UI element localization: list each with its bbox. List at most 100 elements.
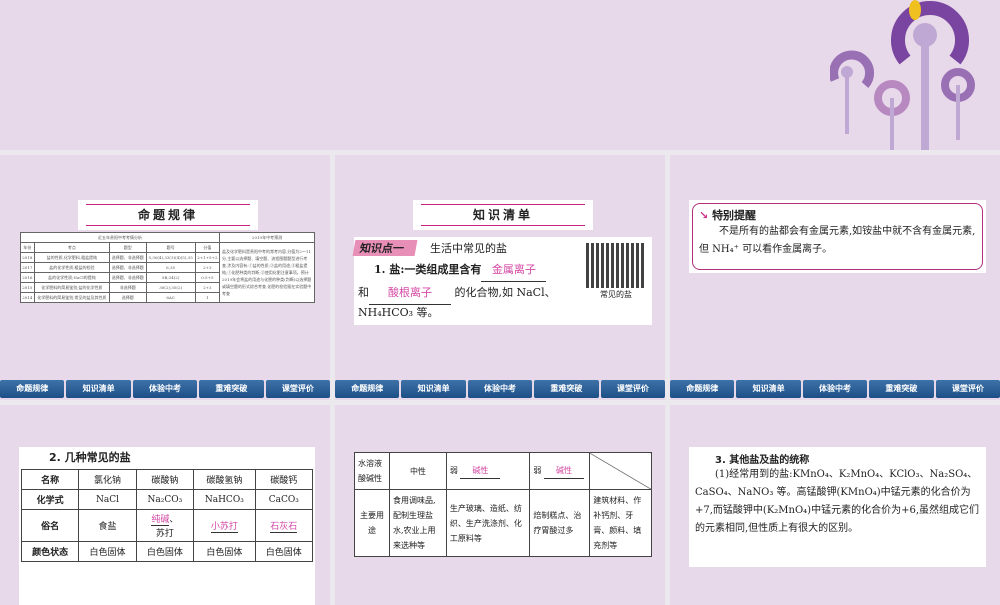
table-cell: 1 [194,292,221,303]
text: 和 [358,286,369,299]
table-cell: 选择题 [109,292,147,303]
section-title: 生活中常见的盐 [430,242,507,255]
qr-caption: 常见的盐 [600,290,632,299]
table-cell: 碱性 [543,463,584,479]
flower-decoration-icon [830,0,975,150]
nav-button[interactable]: 命题规律 [0,380,65,398]
table-cell: 水溶液酸碱性 [354,452,390,490]
table-cell: 碳酸钠 [135,469,195,490]
table-cell: 食盐 [78,509,137,542]
table-cell: 焙制糕点、治疗胃酸过多 [529,489,591,557]
table-cell: 俗名 [20,509,80,542]
tip-box: ↘ 特别提醒 不是所有的盐都会有金属元素,如铵盐中就不含有金属元素,但 NH₄⁺… [689,200,986,273]
nav-button[interactable]: 知识清单 [66,380,131,398]
table-row: 化学式 NaCl Na₂CO₃ NaHCO₃ CaCO₃ [20,489,314,510]
slide-3[interactable]: ↘ 特别提醒 不是所有的盐都会有金属元素,如铵盐中就不含有金属元素,但 NH₄⁺… [670,155,1000,400]
th: 题号 [145,242,196,253]
salts-table-continued: 水溶液酸碱性 中性 弱 碱性 弱 碱性 主要用途 食用调味品,配制生理盐水,农业上用… [354,452,652,557]
nav-button[interactable]: 体验中考 [132,380,198,398]
section-title: 3. 其他盐及盐的统称 [715,455,810,466]
table-cell: 2+3 [194,262,221,273]
qr-code-icon[interactable] [586,243,646,288]
table-cell: 碳酸钙 [254,469,314,490]
table-cell: 化学肥料的简易鉴别;常见的盐及其性质 [33,292,111,303]
table-cell: 2016 [20,272,35,283]
answer-blank: 小苏打 [210,519,238,533]
nav-button[interactable]: 体验中考 [802,380,868,398]
table-cell: 白色固体 [78,541,137,562]
tip-text: 不是所有的盐都会有金属元素,如铵盐中就不含有金属元素,但 NH₄⁺ 可以看作金属… [699,226,976,255]
tip-title: 特别提醒 [712,209,757,222]
nav-button[interactable]: 知识清单 [736,380,801,398]
table-cell: 盐的化学性质;粗盐的检验 [33,262,111,273]
table-cell: 盐的化学性质;NaCl的提纯 [33,272,111,283]
table-cell: 弱 [449,466,458,475]
slide-5[interactable]: 水溶液酸碱性 中性 弱 碱性 弱 碱性 主要用途 食用调味品,配制生理盐水,农业上用… [335,405,665,605]
table-cell: 选择题、非选择题 [109,262,147,273]
table-cell: 白色固体 [193,541,256,562]
table-row: 颜色状态 白色固体 白色固体 白色固体 白色固体 [20,541,314,562]
nav-button[interactable]: 重难突破 [869,380,934,398]
table-cell: 食用调味品,配制生理盐水,农业上用来选种等 [389,489,447,557]
table-cell: 主要用途 [354,489,390,557]
slide-4[interactable]: 2. 几种常见的盐 名称 氯化钠 碳酸钠 碳酸氢钠 碳酸钙 化学式 NaCl Na₂CO₃ N… [0,405,330,605]
table-cell: 颜色状态 [20,541,80,562]
table-row: 主要用途 食用调味品,配制生理盐水,农业上用来选种等 生产玻璃、造纸、纺织、生产洗涤… [354,489,652,557]
other-salts-box: 3. 其他盐及盐的统称 (1)经常用到的盐:KMnO₄、K₂MnO₄、KClO₃… [689,447,986,567]
prediction-text: 盐及化学肥料是贵阳中考的常考内容,分值为2～11分,主要以选择题、填空题、流程图… [219,242,315,303]
text: 1. 盐:一类组成里含有 [374,263,482,276]
table-cell: 碳酸氢钠 [193,469,256,490]
slide-1[interactable]: 命题规律 近五年贵阳中考考情分析 2019年中考预测 年份 考点 题型 题号 分值 盐及化… [0,155,330,400]
banner-title: 知识清单 [413,200,593,230]
nav-button[interactable]: 重难突破 [534,380,599,398]
table-cell: 苏打 [155,529,174,539]
arrow-icon: ↘ [699,209,709,222]
table-cell: 0.5+5 [194,272,221,283]
answer-blank: 石灰石 [270,519,298,533]
slide-6[interactable]: 3. 其他盐及盐的统称 (1)经常用到的盐:KMnO₄、K₂MnO₄、KClO₃… [670,405,1000,605]
nav-button[interactable]: 重难突破 [199,380,264,398]
th: 分值 [194,242,221,253]
table-row: 水溶液酸碱性 中性 弱 碱性 弱 碱性 [354,452,652,490]
slide-2[interactable]: 知识清单 知识点一 生活中常见的盐 1. 盐:一类组成里含有 金属离子 和酸根离子… [335,155,665,400]
table-cell: 名称 [20,469,80,490]
answer-blank: 金属离子 [481,259,547,282]
table-cell: 中性 [389,452,447,490]
table-row: 名称 氯化钠 碳酸钠 碳酸氢钠 碳酸钙 [20,469,314,490]
text: 的化合物,如 NaCl、 [454,286,556,299]
nav-button[interactable]: 课堂评价 [935,380,1000,398]
nav-button[interactable]: 课堂评价 [600,380,665,398]
knowledge-box: 知识点一 生活中常见的盐 1. 盐:一类组成里含有 金属离子 和酸根离子 的化合物… [352,237,652,325]
nav-button[interactable]: 命题规律 [335,380,400,398]
table-cell: 碱性 [460,463,501,479]
body-text: (1)经常用到的盐:KMnO₄、K₂MnO₄、KClO₃、Na₂SO₄、CaSO… [695,469,980,534]
table-cell: 化学式 [20,489,80,510]
slide-title[interactable] [0,0,1000,150]
table-cell: 2017 [20,262,35,273]
table-cell: 2+3 [194,282,221,293]
exam-analysis-table: 近五年贵阳中考考情分析 2019年中考预测 年份 考点 题型 题号 分值 盐及化学肥料是贵… [20,232,315,303]
table-cell: 化学肥料的简易鉴别;盐的化学性质 [33,282,111,293]
prediction-title: 2019年中考预测 [219,232,315,243]
nav-button[interactable]: 命题规律 [670,380,735,398]
table-cell: 30(2);35(2) [145,282,196,293]
table-cell: 白色固体 [254,541,314,562]
nav-button[interactable]: 课堂评价 [265,380,330,398]
table-cell: 2015 [20,282,35,293]
table-cell: 选择题、非选择题 [109,252,147,263]
table-cell: 白色固体 [135,541,195,562]
salts-table: 名称 氯化钠 碳酸钠 碳酸氢钠 碳酸钙 化学式 NaCl Na₂CO₃ NaHCO₃ CaCO₃… [20,469,314,562]
answer-blank: 纯碱 [151,512,170,526]
nav-button[interactable]: 知识清单 [401,380,466,398]
nav-button[interactable]: 体验中考 [467,380,533,398]
table-cell: 6AC [145,292,196,303]
table-cell: 选择题、非选择题 [109,272,147,283]
th: 年份 [20,242,35,253]
text: NH₄HCO₃ 等。 [358,306,439,319]
knowledge-tag: 知识点一 [352,240,418,256]
salts-box: 2. 几种常见的盐 名称 氯化钠 碳酸钠 碳酸氢钠 碳酸钙 化学式 NaCl Na₂CO₃ N… [19,447,315,605]
table-cell: 5B;34(2) [145,272,196,283]
answer-blank: 酸根离子 [369,282,451,305]
section-title: 2. 几种常见的盐 [49,451,131,464]
table-cell: NaHCO₃ [193,489,256,510]
